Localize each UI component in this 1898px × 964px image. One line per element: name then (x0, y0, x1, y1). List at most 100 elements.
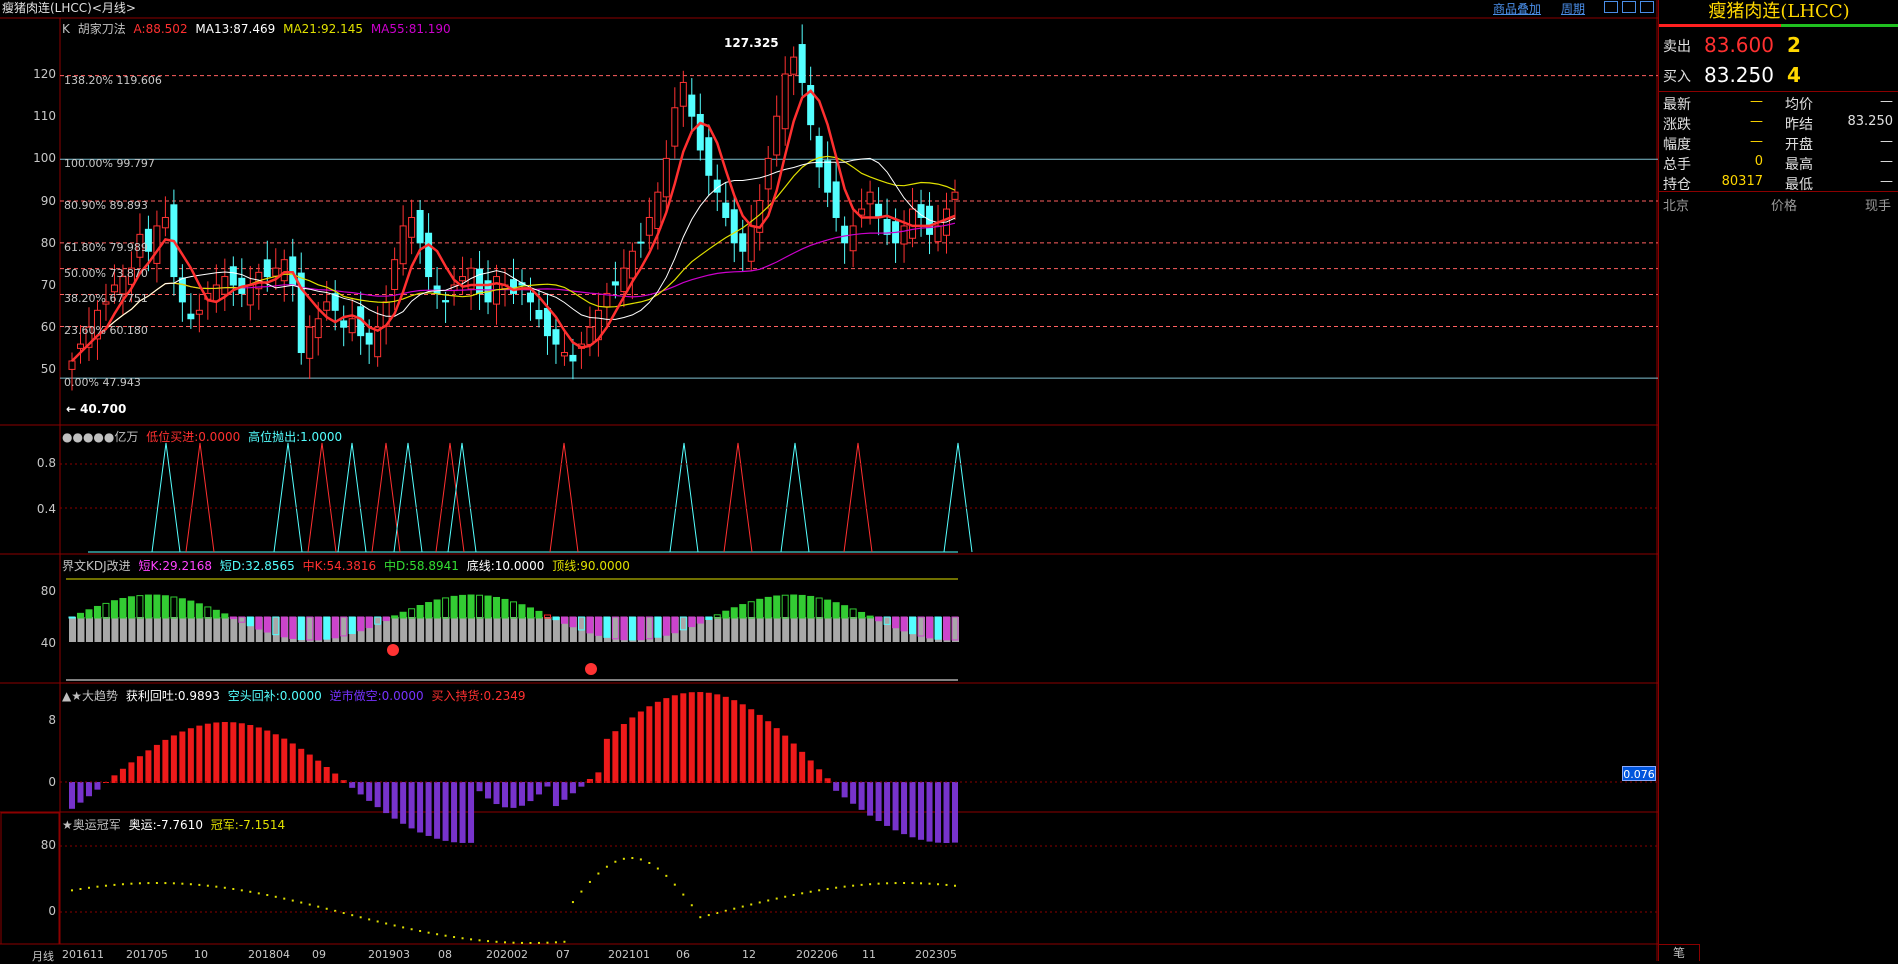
candle-body (280, 259, 288, 282)
yiwan-spike (843, 442, 873, 553)
yiwan-spike (307, 442, 337, 553)
kdj-indicator (543, 614, 551, 619)
trend-bar (230, 722, 237, 783)
kdj-indicator (425, 602, 433, 619)
olympic-point (410, 928, 413, 931)
sell-row[interactable]: 卖出 83.600 2 (1659, 33, 1898, 61)
candle-body (773, 115, 781, 156)
x-axis-label: 202206 (796, 948, 838, 961)
kdj-indicator (747, 601, 755, 619)
kdj-indicator (875, 616, 883, 622)
yiwan-spike (337, 442, 367, 553)
kdj-mid-k: 中K:54.3816 (302, 559, 377, 573)
fib-level-label: 80.90% 89.893 (64, 199, 148, 213)
olympic-point (673, 883, 676, 886)
olympic-point (232, 887, 235, 890)
kdj-indicator (535, 610, 543, 619)
x-axis-label: 07 (556, 948, 570, 961)
candle-body (416, 209, 424, 244)
trend-ytick: 8 (48, 713, 56, 727)
period-button[interactable]: 周期 (1561, 0, 1585, 17)
kdj-indicator (526, 607, 534, 619)
restore-icon[interactable] (1604, 1, 1618, 13)
a-line (71, 89, 956, 362)
kdj-bottom-line: 底线:10.0000 (466, 559, 545, 573)
kdj-bar (824, 617, 832, 642)
window-controls[interactable] (1604, 1, 1656, 13)
trend-bar (281, 738, 288, 783)
kdj-legend: 界文KDJ改进 短K:29.2168 短D:32.8565 中K:54.3816… (62, 557, 634, 574)
kdj-bar (807, 617, 815, 642)
buy-row[interactable]: 买入 83.250 4 (1659, 63, 1898, 91)
olympic-point (665, 874, 668, 877)
kdj-indicator (416, 604, 424, 619)
a-value: A:88.502 (133, 22, 188, 36)
trend-bar (875, 782, 882, 822)
olympic-point (605, 865, 608, 868)
fib-level-label: 138.20% 119.606 (64, 73, 162, 87)
kdj-indicator (943, 616, 951, 641)
olympic-point (945, 883, 948, 886)
trend-bar (748, 709, 755, 783)
kdj-indicator (569, 616, 577, 628)
kdj-bar (748, 617, 756, 642)
trend-bar (765, 721, 772, 783)
trend-ytick: 0 (48, 775, 56, 789)
trend-cover: 空头回补:0.0000 (227, 689, 322, 703)
candle-body (662, 157, 670, 198)
olympic-point (249, 890, 252, 893)
kdj-indicator (110, 600, 118, 619)
candle-body (442, 300, 450, 303)
olympic-point (96, 885, 99, 888)
trend-bar (204, 723, 211, 783)
trend-bar (128, 762, 135, 783)
kdj-indicator (136, 595, 144, 619)
candle-body (195, 309, 203, 315)
candle-body (934, 225, 942, 243)
kdj-bar (442, 617, 450, 642)
olympic-point (274, 895, 277, 898)
trend-bar (731, 700, 738, 783)
tab-trades[interactable]: 笔 (1659, 944, 1700, 961)
kdj-bar (476, 617, 484, 642)
olympic-point (860, 883, 863, 886)
candle-body (229, 266, 237, 286)
candle-body (586, 326, 594, 345)
yiwan-high-sell: 高位抛出:1.0000 (248, 430, 343, 444)
quote-field-value: — (1750, 94, 1763, 109)
x-axis-label: 10 (194, 948, 208, 961)
kdj-indicator (654, 616, 662, 638)
kdj-bar (535, 617, 543, 642)
price-ytick: 120 (33, 67, 56, 81)
kdj-indicator (212, 609, 220, 619)
candle-body (790, 56, 798, 75)
kdj-bar (468, 617, 476, 642)
kdj-indicator (552, 616, 560, 621)
olympic-point (470, 938, 473, 941)
kdj-indicator (459, 594, 467, 619)
olympic-point (504, 941, 507, 944)
candle-body (679, 81, 687, 107)
olympic-point (300, 901, 303, 904)
trend-bar (688, 692, 695, 783)
trend-bar (493, 782, 500, 805)
buy-price: 83.250 (1704, 63, 1774, 87)
olympic-point (818, 889, 821, 892)
candle-body (824, 160, 832, 193)
quote-field-value: — (1750, 134, 1763, 149)
maximize-icon[interactable] (1622, 1, 1636, 13)
kdj-indicator (93, 605, 101, 619)
kdj-indicator (365, 616, 373, 629)
close-icon[interactable] (1640, 1, 1654, 13)
olympic-ao: 奥运:-7.7610 (128, 818, 203, 832)
candle-body (696, 113, 704, 151)
kdj-indicator (467, 594, 475, 619)
olympic-point (351, 914, 354, 917)
kdj-indicator (144, 594, 152, 619)
kdj-indicator (493, 596, 501, 619)
trend-bar (535, 782, 542, 795)
overlay-button[interactable]: 商品叠加 (1493, 0, 1541, 17)
kdj-indicator (178, 598, 186, 619)
kdj-bar (94, 617, 102, 642)
olympic-point (614, 860, 617, 863)
